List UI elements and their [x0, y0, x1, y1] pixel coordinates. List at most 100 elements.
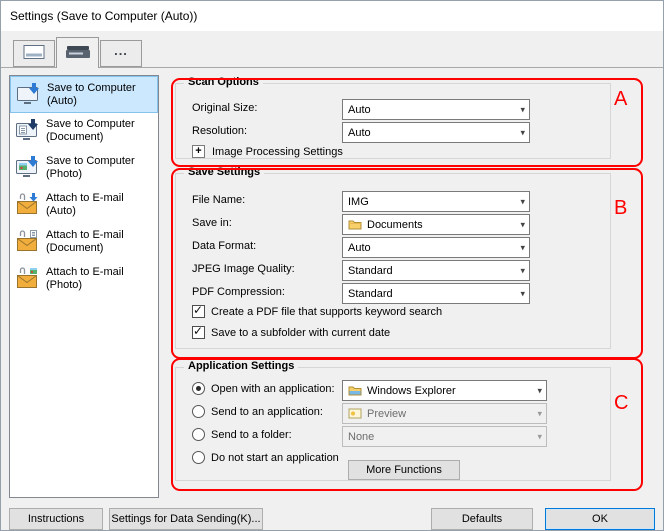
more-functions-button[interactable]: More Functions [348, 460, 460, 480]
original-size-value: Auto [348, 104, 371, 116]
sidebar-item-email-photo[interactable]: Attach to E-mail (Photo) [10, 261, 158, 298]
tab-strip-divider [1, 67, 663, 68]
pdf-compression-value: Standard [348, 288, 393, 300]
jpeg-quality-value: Standard [348, 265, 393, 277]
email-document-icon [14, 229, 40, 255]
no-app-radio-row: Do not start an application [192, 451, 339, 464]
sidebar-item-label: Attach to E-mail (Photo) [46, 266, 124, 292]
resolution-label: Resolution: [192, 125, 247, 137]
open-with-radio-row: Open with an application: [192, 382, 335, 395]
send-folder-radio-row: Send to a folder: [192, 428, 292, 441]
application-settings-title: Application Settings [184, 360, 298, 372]
data-format-select[interactable]: Auto ▾ [342, 237, 530, 258]
annotation-letter-c: C [614, 393, 628, 413]
subfolder-checkbox[interactable]: ✓ [192, 326, 205, 339]
send-app-radio-row: Send to an application: [192, 405, 323, 418]
settings-dialog: Settings (Save to Computer (Auto)) ... S… [0, 0, 664, 531]
defaults-button[interactable]: Defaults [431, 508, 533, 530]
chevron-down-icon: ▾ [537, 431, 542, 442]
computer-auto-icon [15, 82, 41, 108]
image-processing-expander[interactable]: + [192, 145, 205, 158]
annotation-letter-b: B [614, 198, 627, 218]
application-settings-group: Application Settings Open with an applic… [175, 367, 611, 481]
data-sending-settings-button[interactable]: Settings for Data Sending(K)... [109, 508, 263, 530]
jpeg-quality-select[interactable]: Standard ▾ [342, 260, 530, 281]
computer-photo-icon [14, 155, 40, 181]
send-app-select: Preview ▾ [342, 403, 547, 424]
sidebar-item-save-computer-auto[interactable]: Save to Computer (Auto) [10, 76, 158, 113]
email-auto-icon [14, 192, 40, 218]
pdf-keyword-label: Create a PDF file that supports keyword … [211, 306, 442, 318]
preview-app-icon [348, 408, 362, 419]
save-in-label: Save in: [192, 217, 232, 229]
sidebar: Save to Computer (Auto) Save to Computer… [9, 75, 159, 498]
scan-options-title: Scan Options [184, 76, 263, 88]
pdf-keyword-checkbox[interactable]: ✓ [192, 305, 205, 318]
tab-more[interactable]: ... [100, 40, 142, 67]
sidebar-item-email-auto[interactable]: Attach to E-mail (Auto) [10, 187, 158, 224]
scan-options-group: Scan Options Original Size: Auto ▾ Resol… [175, 83, 611, 159]
chevron-down-icon: ▾ [537, 408, 542, 419]
send-folder-radio[interactable] [192, 428, 205, 441]
open-with-radio[interactable] [192, 382, 205, 395]
instructions-button[interactable]: Instructions [9, 508, 103, 530]
sidebar-item-email-document[interactable]: Attach to E-mail (Document) [10, 224, 158, 261]
plus-icon: + [195, 147, 201, 156]
window-title: Settings (Save to Computer (Auto)) [10, 9, 197, 23]
data-format-value: Auto [348, 242, 371, 254]
resolution-value: Auto [348, 127, 371, 139]
sidebar-item-save-computer-document[interactable]: Save to Computer (Document) [10, 113, 158, 150]
send-folder-value: None [348, 431, 374, 443]
save-in-value: Documents [367, 219, 423, 231]
send-app-radio[interactable] [192, 405, 205, 418]
save-settings-group: Save Settings File Name: IMG ▾ Save in: … [175, 173, 611, 349]
subfolder-check-row: ✓ Save to a subfolder with current date [192, 326, 390, 339]
chevron-down-icon: ▾ [520, 104, 525, 115]
ellipsis-icon: ... [114, 47, 128, 61]
subfolder-label: Save to a subfolder with current date [211, 327, 390, 339]
image-processing-label: Image Processing Settings [212, 146, 343, 158]
tab-scanner-settings[interactable] [56, 37, 99, 68]
sidebar-item-label: Attach to E-mail (Auto) [46, 192, 124, 218]
chevron-down-icon: ▾ [537, 385, 542, 396]
send-app-label: Send to an application: [211, 406, 323, 418]
scanner-icon [66, 44, 90, 63]
no-app-radio[interactable] [192, 451, 205, 464]
annotation-letter-a: A [614, 89, 627, 109]
checkmark-icon: ✓ [193, 324, 203, 338]
original-size-label: Original Size: [192, 102, 257, 114]
file-name-value: IMG [348, 196, 369, 208]
sidebar-item-save-computer-photo[interactable]: Save to Computer (Photo) [10, 150, 158, 187]
chevron-down-icon: ▾ [520, 219, 525, 230]
chevron-down-icon: ▾ [520, 196, 525, 207]
pdf-compression-select[interactable]: Standard ▾ [342, 283, 530, 304]
resolution-select[interactable]: Auto ▾ [342, 122, 530, 143]
jpeg-quality-label: JPEG Image Quality: [192, 263, 295, 275]
original-size-select[interactable]: Auto ▾ [342, 99, 530, 120]
sidebar-item-label: Save to Computer (Photo) [46, 155, 135, 181]
checkmark-icon: ✓ [193, 303, 203, 317]
chevron-down-icon: ▾ [520, 242, 525, 253]
chevron-down-icon: ▾ [520, 288, 525, 299]
send-folder-select: None ▾ [342, 426, 547, 447]
pdf-keyword-check-row: ✓ Create a PDF file that supports keywor… [192, 305, 442, 318]
titlebar: Settings (Save to Computer (Auto)) [1, 1, 663, 31]
ok-button[interactable]: OK [545, 508, 655, 530]
sidebar-item-label: Save to Computer (Document) [46, 118, 135, 144]
chevron-down-icon: ▾ [520, 127, 525, 138]
file-name-select[interactable]: IMG ▾ [342, 191, 530, 212]
save-settings-title: Save Settings [184, 166, 264, 178]
open-with-select[interactable]: Windows Explorer ▾ [342, 380, 547, 401]
send-app-value: Preview [367, 408, 406, 420]
open-with-value: Windows Explorer [367, 385, 456, 397]
pdf-compression-label: PDF Compression: [192, 286, 285, 298]
computer-document-icon [14, 118, 40, 144]
sidebar-item-label: Save to Computer (Auto) [47, 82, 136, 108]
send-folder-label: Send to a folder: [211, 429, 292, 441]
email-photo-icon [14, 266, 40, 292]
open-with-label: Open with an application: [211, 383, 335, 395]
windows-explorer-icon [348, 385, 362, 396]
tab-basic-scan[interactable] [13, 40, 55, 67]
save-in-select[interactable]: Documents ▾ [342, 214, 530, 235]
window-frame-icon [23, 44, 45, 64]
